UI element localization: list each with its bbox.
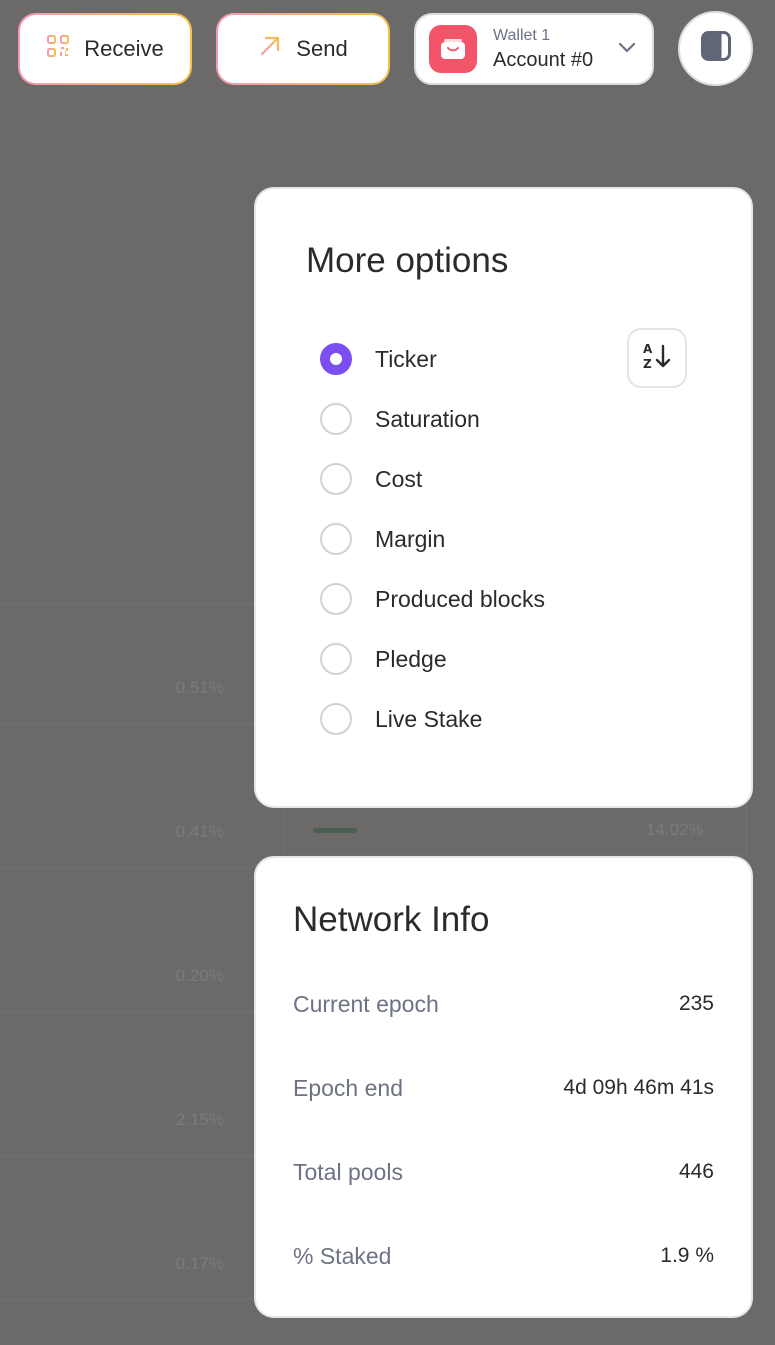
option-label: Ticker (375, 345, 437, 372)
radio-selected[interactable] (320, 343, 352, 375)
info-row-percent-staked: % Staked 1.9 % (293, 1241, 714, 1271)
info-value: 235 (678, 992, 714, 1015)
option-live-stake[interactable]: Live Stake (320, 702, 482, 736)
option-label: Live Stake (375, 705, 483, 732)
option-label: Saturation (375, 405, 480, 432)
option-label: Produced blocks (375, 585, 546, 612)
radio[interactable] (320, 403, 352, 435)
chevron-down-icon (618, 41, 636, 59)
option-produced-blocks[interactable]: Produced blocks (320, 582, 545, 616)
info-row-epoch-end: Epoch end 4d 09h 46m 41s (293, 1073, 714, 1103)
option-ticker[interactable]: Ticker (320, 342, 437, 376)
more-options-title: More options (306, 241, 509, 280)
bg-percentage: 0.20% (175, 966, 224, 985)
info-value: 4d 09h 46m 41s (563, 1076, 714, 1099)
receive-label: Receive (84, 36, 164, 61)
bg-percentage: 2.15% (175, 1110, 224, 1129)
info-value: 446 (678, 1160, 714, 1183)
bg-percentage: 0.17% (175, 1254, 224, 1273)
sort-order-button[interactable]: A Z (627, 328, 687, 388)
option-label: Margin (375, 525, 446, 552)
option-pledge[interactable]: Pledge (320, 642, 447, 676)
radio[interactable] (320, 583, 352, 615)
sidebar-toggle-icon (700, 31, 731, 66)
radio[interactable] (320, 703, 352, 735)
option-margin[interactable]: Margin (320, 522, 445, 556)
network-info-title: Network Info (293, 900, 490, 939)
bg-percentage: 0.41% (175, 822, 224, 841)
option-saturation[interactable]: Saturation (320, 402, 480, 436)
radio[interactable] (320, 643, 352, 675)
wallet-account: Account #0 (493, 48, 594, 71)
info-label: % Staked (293, 1242, 392, 1269)
info-label: Current epoch (293, 990, 439, 1017)
info-label: Epoch end (293, 1074, 403, 1101)
qr-code-icon (46, 34, 70, 64)
sort-az-descending-icon: A Z (641, 340, 673, 377)
wallet-selector[interactable]: Wallet 1 Account #0 (414, 13, 654, 85)
info-row-total-pools: Total pools 446 (293, 1157, 714, 1187)
info-row-current-epoch: Current epoch 235 (293, 989, 714, 1019)
wallet-name: Wallet 1 (493, 26, 551, 44)
svg-text:Z: Z (643, 357, 652, 371)
radio[interactable] (320, 463, 352, 495)
radio[interactable] (320, 523, 352, 555)
receive-button[interactable]: Receive (18, 13, 192, 85)
option-label: Pledge (375, 645, 447, 672)
svg-text:A: A (643, 342, 653, 356)
send-label: Send (296, 36, 348, 61)
info-label: Total pools (293, 1158, 403, 1185)
more-options-panel: More options Ticker Saturation Cost Marg… (254, 187, 753, 808)
arrow-up-right-icon (258, 34, 282, 64)
bg-saturation-bar (313, 828, 357, 833)
bg-percentage: 0.51% (175, 678, 224, 697)
sidebar-toggle-button[interactable] (678, 11, 753, 86)
info-value: 1.9 % (660, 1244, 714, 1267)
option-label: Cost (375, 465, 423, 492)
send-button[interactable]: Send (216, 13, 390, 85)
network-info-panel: Network Info Current epoch 235 Epoch end… (254, 856, 753, 1318)
wallet-icon (429, 25, 477, 73)
option-cost[interactable]: Cost (320, 462, 422, 496)
bg-column-value: 14.02% (646, 820, 704, 839)
